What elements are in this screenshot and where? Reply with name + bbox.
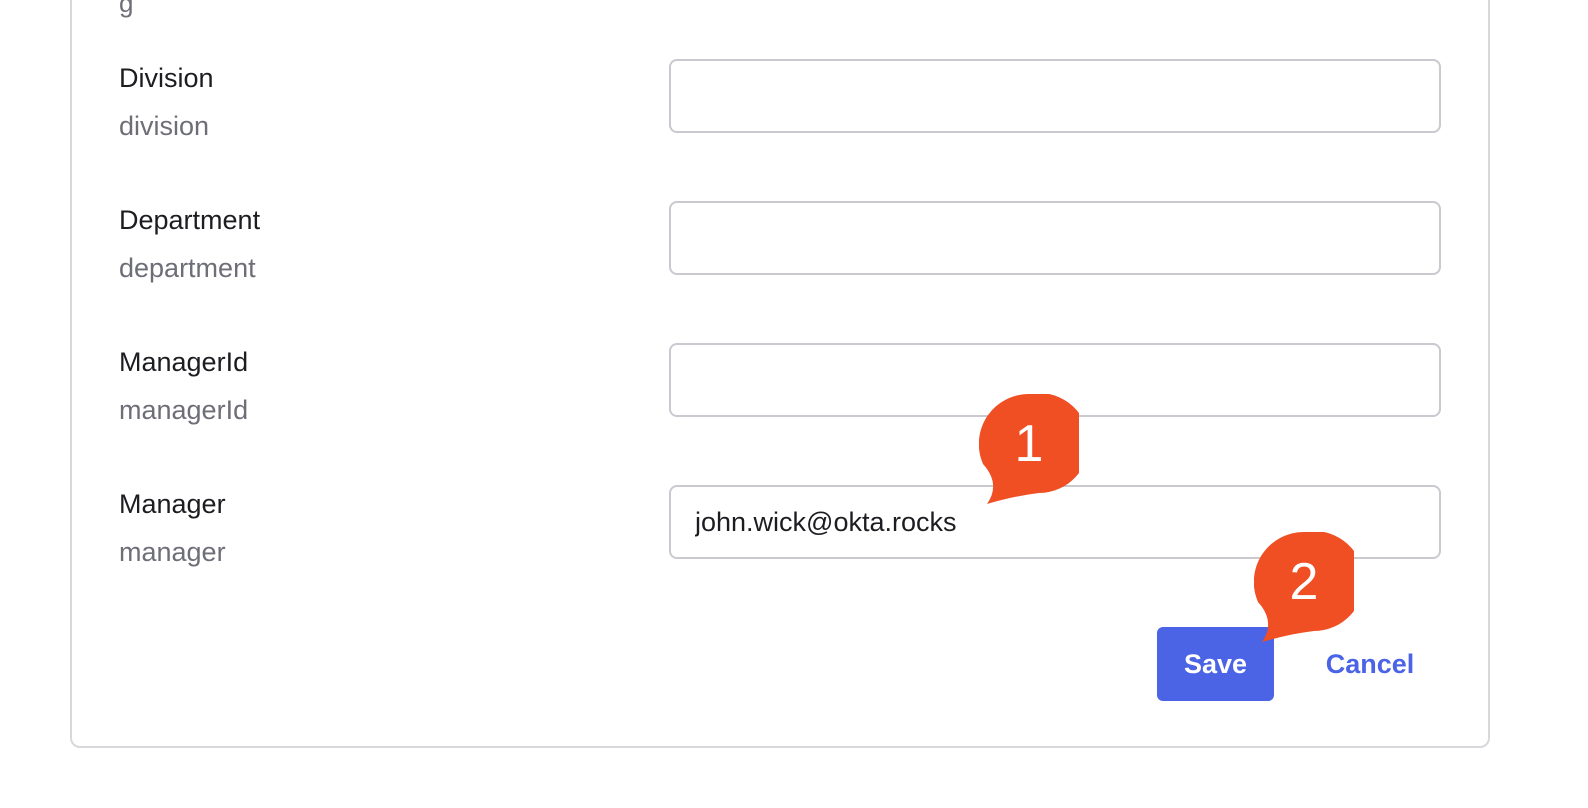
field-label-group: Manager manager [119, 485, 226, 569]
field-label-group: Division division [119, 59, 214, 143]
field-label-group: Department department [119, 201, 260, 285]
field-row-division: Division division [0, 59, 1588, 169]
field-row-manager-id: ManagerId managerId [0, 343, 1588, 453]
step-callout-2: 2 [1254, 532, 1354, 644]
division-input[interactable] [669, 59, 1441, 133]
callout-number: 1 [1014, 415, 1044, 473]
field-label-manager-id: ManagerId [119, 347, 249, 377]
field-attribute-manager: manager [119, 537, 226, 567]
step-callout-1: 1 [979, 394, 1079, 506]
callout-number: 2 [1289, 553, 1319, 611]
previous-field-label-fragment: g [119, 0, 134, 18]
field-label-group: ManagerId managerId [119, 343, 248, 427]
field-label-department: Department [119, 205, 261, 235]
field-attribute-department: department [119, 253, 256, 283]
field-attribute-manager-id: managerId [119, 395, 249, 425]
field-label-division: Division [119, 63, 214, 93]
field-attribute-division: division [119, 111, 210, 141]
department-input[interactable] [669, 201, 1441, 275]
field-row-department: Department department [0, 201, 1588, 311]
field-label-manager: Manager [119, 489, 226, 519]
